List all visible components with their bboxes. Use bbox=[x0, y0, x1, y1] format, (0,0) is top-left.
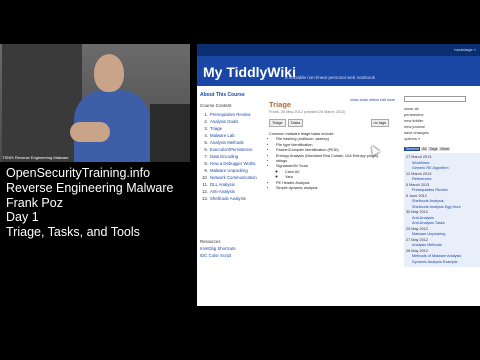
video-lower-third: TSNIS Reverse Engineering Malware bbox=[2, 155, 69, 160]
whiteboard bbox=[2, 44, 82, 162]
triage-tiddler: close close others edit more Triage Fran… bbox=[269, 96, 399, 191]
menu-item[interactable]: 10. Network Communication bbox=[200, 174, 263, 181]
site-subtitle: a reusable non-linear personal web noteb… bbox=[285, 75, 376, 80]
chair bbox=[150, 104, 190, 162]
tagging-box: no tags bbox=[370, 119, 389, 127]
menu-item[interactable]: 2. Analysis Goals bbox=[200, 118, 263, 125]
caption-site: OpenSecurityTraining.info bbox=[6, 166, 151, 180]
menu-item[interactable]: 4. Malware Lab bbox=[200, 132, 263, 139]
top-bar: backstage » bbox=[197, 44, 480, 56]
sidebar-tabs: Timeline All Tags More bbox=[404, 147, 480, 151]
caption-topic: Triage, Tasks, and Tools bbox=[6, 225, 140, 240]
resources-section: Resources ImmDbg Shortcuts IDC Color Scr… bbox=[200, 238, 236, 259]
tab-all[interactable]: All bbox=[421, 147, 428, 151]
menu-item[interactable]: 7. Data Encoding bbox=[200, 153, 263, 160]
speaker-video: TSNIS Reverse Engineering Malware bbox=[0, 44, 190, 162]
tag-button[interactable]: Tasks bbox=[287, 119, 304, 127]
caption-instructor: Frank Poz bbox=[6, 195, 63, 210]
resource-link[interactable]: IDC Color Script bbox=[200, 252, 236, 259]
tiddler-toolbar[interactable]: close close others edit more bbox=[350, 98, 395, 102]
speaker-head bbox=[94, 54, 124, 92]
course-content-list: 1. Prerequisites Review 2. Analysis Goals … bbox=[200, 111, 263, 202]
search-input[interactable] bbox=[404, 96, 466, 102]
menu-item[interactable]: 1. Prerequisites Review bbox=[200, 111, 263, 118]
tiddler-body: Common malware triage tasks include: Fil… bbox=[269, 132, 399, 191]
task-item: Simple dynamic analysis bbox=[276, 186, 399, 191]
backstage-link[interactable]: backstage » bbox=[454, 47, 476, 52]
course-caption: OpenSecurityTraining.info Reverse Engine… bbox=[6, 166, 173, 240]
tag-button[interactable]: Triage bbox=[269, 119, 286, 127]
tiddler-tags: Triage Tasks no tags bbox=[269, 119, 399, 128]
menu-heading[interactable]: About This Course bbox=[200, 92, 263, 98]
menu-item[interactable]: 3. Triage bbox=[200, 125, 263, 132]
sidebar-option[interactable]: options » bbox=[404, 136, 480, 142]
tiddlywiki-screen: backstage » My TiddlyWiki a reusable non… bbox=[197, 44, 480, 306]
resource-link[interactable]: ImmDbg Shortcuts bbox=[200, 245, 236, 252]
menu-item[interactable]: 6. Execution/Persistence bbox=[200, 146, 263, 153]
menu-section-label: Course Content bbox=[200, 103, 232, 108]
menu-item[interactable]: 9. Malware Unpacking bbox=[200, 167, 263, 174]
site-banner: My TiddlyWiki a reusable non-linear pers… bbox=[197, 56, 480, 86]
menu-item[interactable]: 11. DLL Analysis bbox=[200, 181, 263, 188]
resources-heading: Resources bbox=[200, 239, 221, 244]
menu-item[interactable]: 8. How a Debugger Works bbox=[200, 160, 263, 167]
menu-item[interactable]: 13. Shellcode Analysis bbox=[200, 195, 263, 202]
task-item: Signature/AV Scan Clam AV Yara bbox=[276, 164, 399, 180]
triage-task-list: File hashing (md5sum, ssdeep) File type … bbox=[276, 137, 399, 191]
av-scan-sublist: Clam AV Yara bbox=[285, 170, 399, 181]
main-menu: About This Course Course Content 1. Prere… bbox=[197, 92, 263, 258]
tiddler-meta: Frank, 26 May 2012 (created 26 March 201… bbox=[269, 110, 346, 114]
right-sidebar: close all permaview new tiddler new jour… bbox=[404, 96, 480, 267]
tab-tags[interactable]: Tags bbox=[428, 147, 439, 151]
menu-item[interactable]: 5. Analysis Methods bbox=[200, 139, 263, 146]
timeline-entry[interactable]: Dynamic Analysis Example bbox=[406, 260, 478, 266]
speaker-hands bbox=[70, 122, 110, 142]
caption-day: Day 1 bbox=[6, 210, 39, 225]
site-title: My TiddlyWiki bbox=[203, 64, 296, 80]
tab-more[interactable]: More bbox=[439, 147, 451, 151]
timeline-list: 27 March 2013 Workflows Generic RE Algor… bbox=[404, 153, 480, 267]
tab-timeline[interactable]: Timeline bbox=[404, 147, 421, 151]
caption-course: Reverse Engineering Malware bbox=[6, 180, 174, 195]
menu-item[interactable]: 12. Anti-Analysis bbox=[200, 188, 263, 195]
